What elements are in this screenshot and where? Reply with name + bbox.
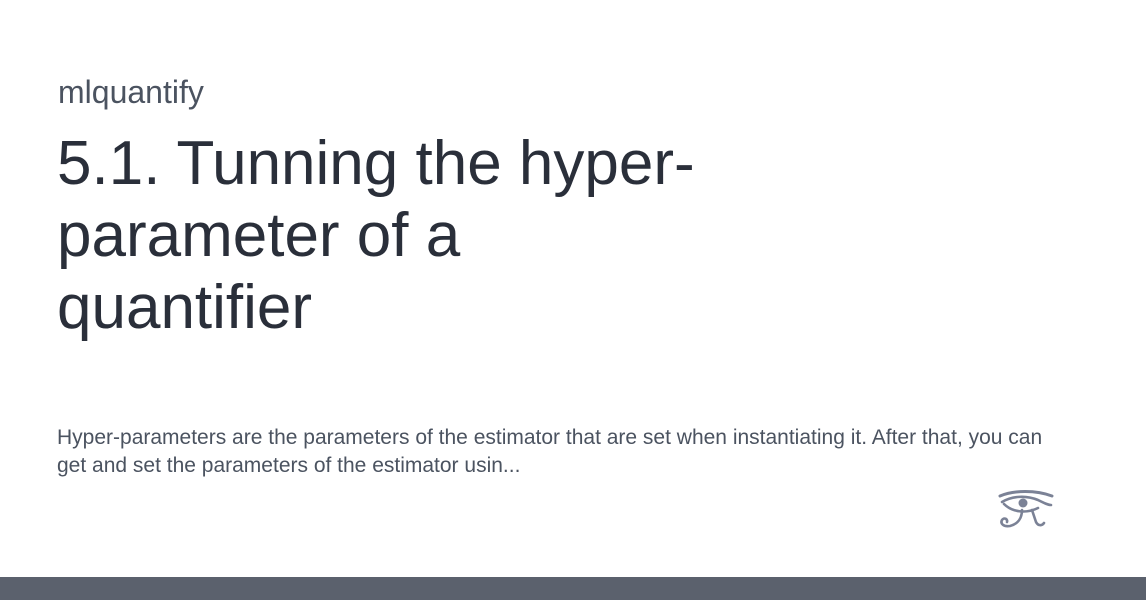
eye-of-horus-icon [998, 490, 1054, 528]
page-description: Hyper-parameters are the parameters of t… [57, 426, 1043, 477]
site-name: mlquantify [58, 74, 204, 110]
page-title: 5.1. Tunning the hyper-parameter of a qu… [57, 129, 695, 342]
footer-bar [0, 577, 1146, 600]
